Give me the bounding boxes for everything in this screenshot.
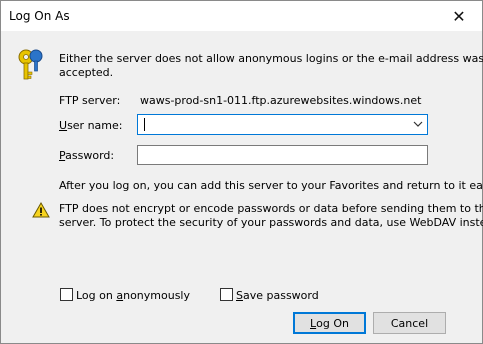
warning-icon — [32, 202, 50, 218]
password-label: Password: — [59, 149, 115, 162]
error-message-line1: Either the server does not allow anonymo… — [59, 52, 483, 65]
user-name-combobox[interactable] — [137, 114, 428, 135]
ftp-server-label: FTP server: — [59, 94, 121, 107]
log-on-button[interactable]: Log On — [293, 312, 366, 334]
save-password-label[interactable]: Save password — [236, 289, 319, 302]
title-bar: Log On As ✕ — [1, 1, 482, 31]
dialog-title: Log On As — [9, 9, 70, 23]
password-field[interactable] — [137, 145, 428, 165]
keys-icon — [18, 49, 43, 80]
anonymous-checkbox-label[interactable]: Log on anonymously — [76, 289, 190, 302]
text-caret — [144, 118, 145, 131]
error-message-line2: accepted. — [59, 66, 114, 79]
close-icon: ✕ — [452, 6, 466, 26]
logon-dialog: Log On As ✕ Either the server does not a… — [0, 0, 483, 344]
security-warning-line1: FTP does not encrypt or encode passwords… — [59, 202, 483, 215]
favorites-hint: After you log on, you can add this serve… — [59, 179, 483, 192]
security-warning-line2: server. To protect the security of your … — [59, 216, 483, 229]
anonymous-checkbox[interactable] — [60, 288, 73, 301]
chevron-down-icon[interactable] — [413, 117, 423, 134]
close-button[interactable]: ✕ — [436, 1, 482, 31]
user-name-label: User name: — [59, 119, 123, 132]
ftp-server-value: waws-prod-sn1-011.ftp.azurewebsites.wind… — [140, 94, 422, 107]
save-password-checkbox[interactable] — [220, 288, 233, 301]
cancel-button[interactable]: Cancel — [373, 312, 446, 334]
